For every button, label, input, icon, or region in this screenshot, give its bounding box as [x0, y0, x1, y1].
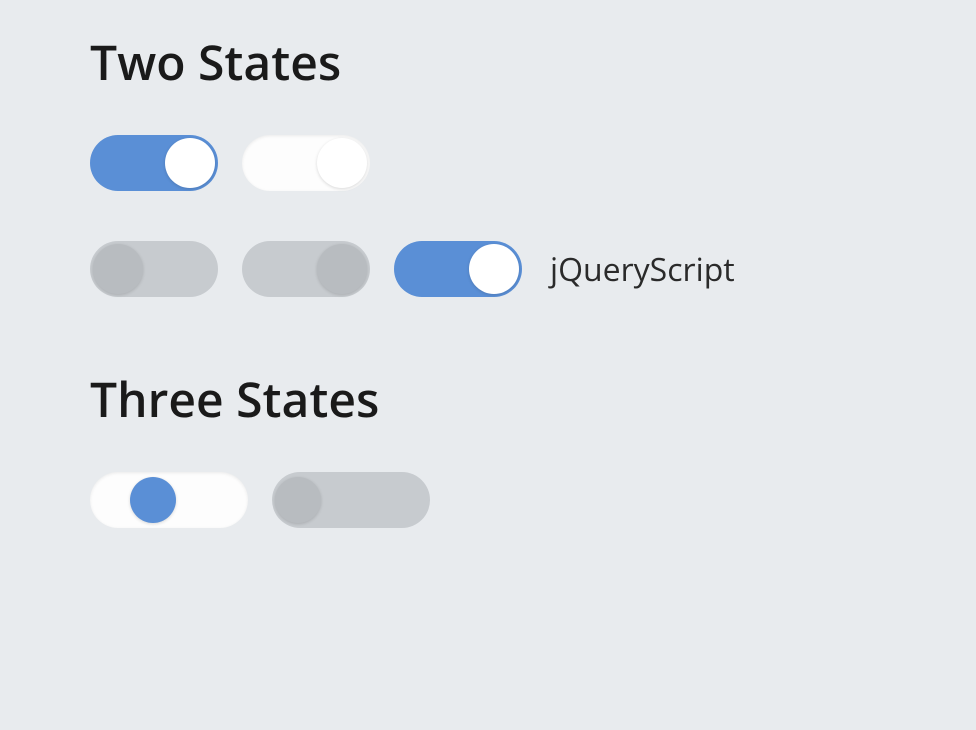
toggle-label: jQueryScript: [550, 248, 735, 291]
toggle-switch-off-white[interactable]: [242, 135, 370, 191]
toggle-switch-on[interactable]: [90, 135, 218, 191]
toggle-thumb: [317, 138, 367, 188]
toggle-switch-on-labeled[interactable]: [394, 241, 522, 297]
toggle-thumb: [275, 477, 321, 523]
three-states-heading: Three States: [90, 367, 886, 432]
toggle-thumb: [130, 477, 176, 523]
toggle-switch-disabled-right[interactable]: [242, 241, 370, 297]
toggle-thumb: [93, 244, 143, 294]
two-states-row-1: [90, 135, 886, 191]
three-state-toggle-middle[interactable]: [90, 472, 248, 528]
toggle-thumb: [469, 244, 519, 294]
three-state-toggle-off[interactable]: [272, 472, 430, 528]
toggle-thumb: [317, 244, 367, 294]
toggle-thumb: [165, 138, 215, 188]
three-states-row-1: [90, 472, 886, 528]
toggle-switch-disabled-left[interactable]: [90, 241, 218, 297]
two-states-row-2: jQueryScript: [90, 241, 886, 297]
two-states-heading: Two States: [90, 30, 886, 95]
